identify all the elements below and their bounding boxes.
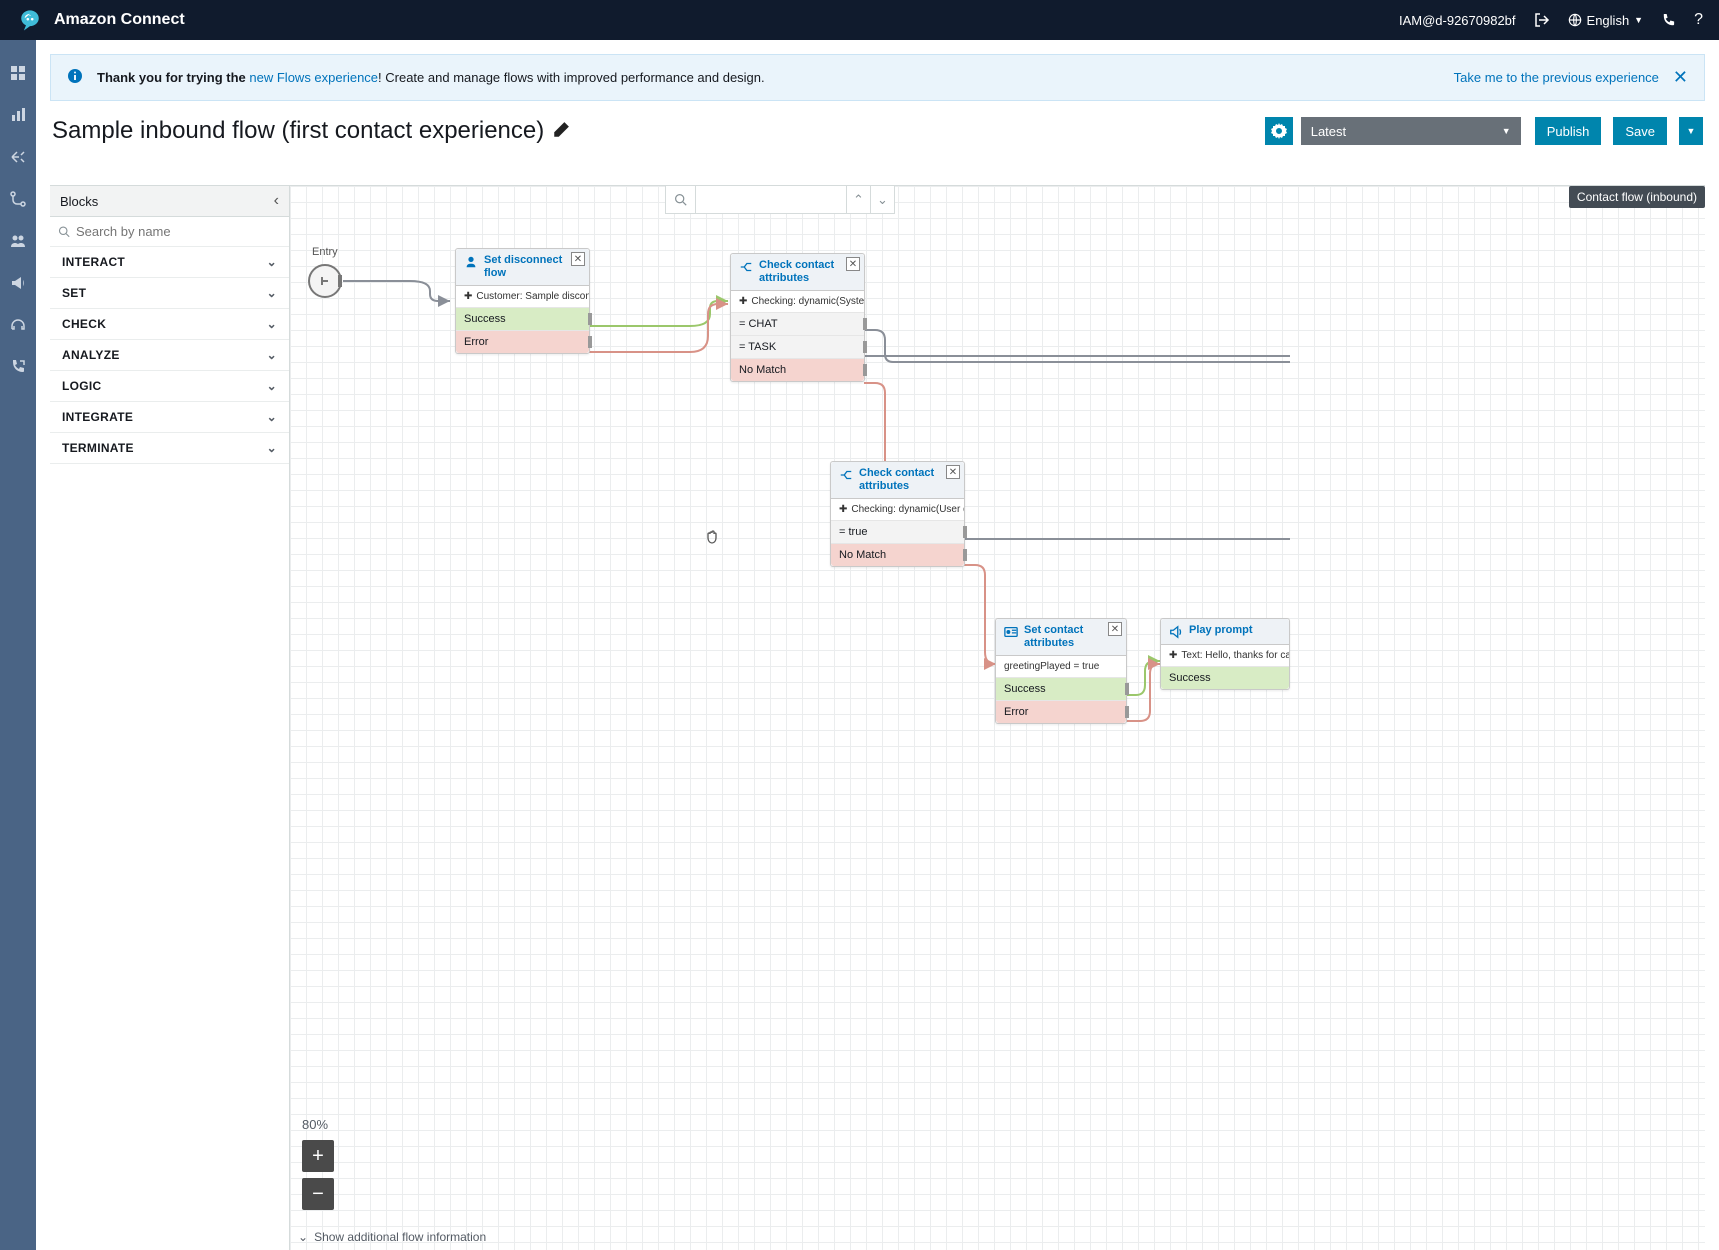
new-flows-link[interactable]: new Flows experience	[249, 70, 378, 85]
nav-headset-icon[interactable]	[9, 316, 27, 334]
save-button[interactable]: Save	[1613, 117, 1667, 145]
chevron-down-icon: ⌄	[298, 1230, 308, 1244]
chevron-down-icon: ⌄	[267, 255, 277, 269]
outcome-error[interactable]: Error	[996, 701, 1126, 723]
node-body: ✚Text: Hello, thanks for ca	[1161, 645, 1289, 667]
previous-experience-link[interactable]: Take me to the previous experience	[1454, 70, 1659, 85]
close-icon[interactable]: ✕	[846, 257, 860, 271]
node-body: ✚Customer: Sample disconn…	[456, 286, 589, 308]
close-icon[interactable]: ✕	[1108, 622, 1122, 636]
zoom-in-button[interactable]: +	[302, 1140, 334, 1172]
outcome-success[interactable]: Success	[1161, 667, 1289, 689]
blocks-panel: Blocks ‹ INTERACT⌄ SET⌄ CHECK⌄ ANALYZE⌄ …	[50, 186, 290, 1250]
search-icon	[666, 186, 696, 213]
banner-text: Thank you for trying the new Flows exper…	[97, 70, 765, 85]
top-bar: Amazon Connect IAM@d-92670982bf English▼…	[0, 0, 1719, 40]
zoom-level: 80%	[302, 1117, 334, 1132]
show-flow-info-link[interactable]: ⌄ Show additional flow information	[298, 1230, 486, 1244]
block-category-set[interactable]: SET⌄	[50, 278, 289, 309]
publish-button[interactable]: Publish	[1535, 117, 1602, 145]
node-body: ✚Checking: dynamic(User de…	[831, 499, 964, 521]
search-icon	[58, 225, 70, 238]
nav-dashboard-icon[interactable]	[9, 64, 27, 82]
outcome-chat[interactable]: = CHAT	[731, 313, 864, 336]
canvas-search: ⌃ ⌄	[665, 186, 895, 214]
card-icon	[1004, 625, 1018, 639]
help-icon[interactable]: ?	[1694, 11, 1703, 29]
outcome-nomatch[interactable]: No Match	[731, 359, 864, 381]
flow-title: Sample inbound flow (first contact exper…	[52, 117, 544, 145]
title-row: Sample inbound flow (first contact exper…	[36, 111, 1719, 155]
chevron-down-icon: ⌄	[267, 379, 277, 393]
outcome-success[interactable]: Success	[996, 678, 1126, 701]
phone-icon[interactable]	[1661, 13, 1676, 28]
block-category-terminate[interactable]: TERMINATE⌄	[50, 433, 289, 464]
logo: Amazon Connect	[16, 6, 185, 34]
entry-node[interactable]: Entry	[308, 246, 342, 298]
flow-type-tooltip: Contact flow (inbound)	[1569, 186, 1705, 208]
logout-icon[interactable]	[1534, 12, 1550, 28]
product-name: Amazon Connect	[54, 11, 185, 29]
nav-flows-icon[interactable]	[9, 190, 27, 208]
connect-logo-icon	[16, 6, 44, 34]
version-select[interactable]: Latest▼	[1301, 117, 1521, 145]
outcome-task[interactable]: = TASK	[731, 336, 864, 359]
node-play-prompt[interactable]: Play prompt ✚Text: Hello, thanks for ca …	[1160, 618, 1290, 690]
close-banner-icon[interactable]: ✕	[1673, 67, 1688, 88]
search-prev-icon[interactable]: ⌃	[846, 186, 870, 213]
node-set-contact-attributes[interactable]: Set contact attributes ✕ greetingPlayed …	[995, 618, 1127, 724]
info-icon	[67, 68, 83, 87]
node-check-contact-attributes-1[interactable]: Check contact attributes ✕ ✚Checking: dy…	[730, 253, 865, 382]
nav-routing-icon[interactable]	[9, 148, 27, 166]
search-next-icon[interactable]: ⌄	[870, 186, 894, 213]
node-check-contact-attributes-2[interactable]: Check contact attributes ✕ ✚Checking: dy…	[830, 461, 965, 567]
chevron-down-icon: ⌄	[267, 410, 277, 424]
chevron-down-icon: ⌄	[267, 348, 277, 362]
block-category-analyze[interactable]: ANALYZE⌄	[50, 340, 289, 371]
nav-announce-icon[interactable]	[9, 274, 27, 292]
edit-title-icon[interactable]	[552, 121, 570, 142]
person-icon	[464, 255, 478, 269]
language-selector[interactable]: English▼	[1568, 13, 1644, 28]
blocks-search-input[interactable]	[76, 221, 281, 242]
flow-canvas[interactable]: Contact flow (inbound) ⌃ ⌄	[290, 186, 1705, 1250]
branch-icon	[739, 260, 753, 274]
chevron-down-icon: ⌄	[267, 286, 277, 300]
outcome-error[interactable]: Error	[456, 331, 589, 353]
node-body: greetingPlayed = true	[996, 656, 1126, 678]
speaker-icon	[1169, 625, 1183, 639]
workspace: Thank you for trying the new Flows exper…	[36, 40, 1719, 1250]
nav-callback-icon[interactable]	[9, 358, 27, 376]
collapse-panel-icon[interactable]: ‹	[274, 192, 279, 210]
node-set-disconnect-flow[interactable]: Set disconnect flow ✕ ✚Customer: Sample …	[455, 248, 590, 354]
chevron-down-icon: ⌄	[267, 441, 277, 455]
close-icon[interactable]: ✕	[571, 252, 585, 266]
branch-icon	[839, 468, 853, 482]
flow-editor: Blocks ‹ INTERACT⌄ SET⌄ CHECK⌄ ANALYZE⌄ …	[50, 185, 1705, 1250]
settings-button[interactable]	[1265, 117, 1293, 145]
pan-cursor-icon	[704, 528, 720, 544]
info-banner: Thank you for trying the new Flows exper…	[50, 54, 1705, 101]
block-category-interact[interactable]: INTERACT⌄	[50, 247, 289, 278]
left-nav-rail	[0, 40, 36, 1250]
blocks-header: Blocks ‹	[50, 186, 289, 217]
canvas-search-input[interactable]	[696, 186, 846, 213]
nav-users-icon[interactable]	[9, 232, 27, 250]
outcome-true[interactable]: = true	[831, 521, 964, 544]
nav-metrics-icon[interactable]	[9, 106, 27, 124]
block-category-check[interactable]: CHECK⌄	[50, 309, 289, 340]
zoom-out-button[interactable]: −	[302, 1178, 334, 1210]
zoom-controls: 80% + −	[302, 1117, 334, 1210]
chevron-down-icon: ⌄	[267, 317, 277, 331]
blocks-search	[50, 217, 289, 247]
outcome-success[interactable]: Success	[456, 308, 589, 331]
node-body: ✚Checking: dynamic(System …	[731, 291, 864, 313]
outcome-nomatch[interactable]: No Match	[831, 544, 964, 566]
block-category-integrate[interactable]: INTEGRATE⌄	[50, 402, 289, 433]
entry-port-icon	[308, 264, 342, 298]
save-more-button[interactable]: ▼	[1679, 117, 1703, 145]
user-identity[interactable]: IAM@d-92670982bf	[1399, 13, 1516, 28]
block-category-logic[interactable]: LOGIC⌄	[50, 371, 289, 402]
close-icon[interactable]: ✕	[946, 465, 960, 479]
